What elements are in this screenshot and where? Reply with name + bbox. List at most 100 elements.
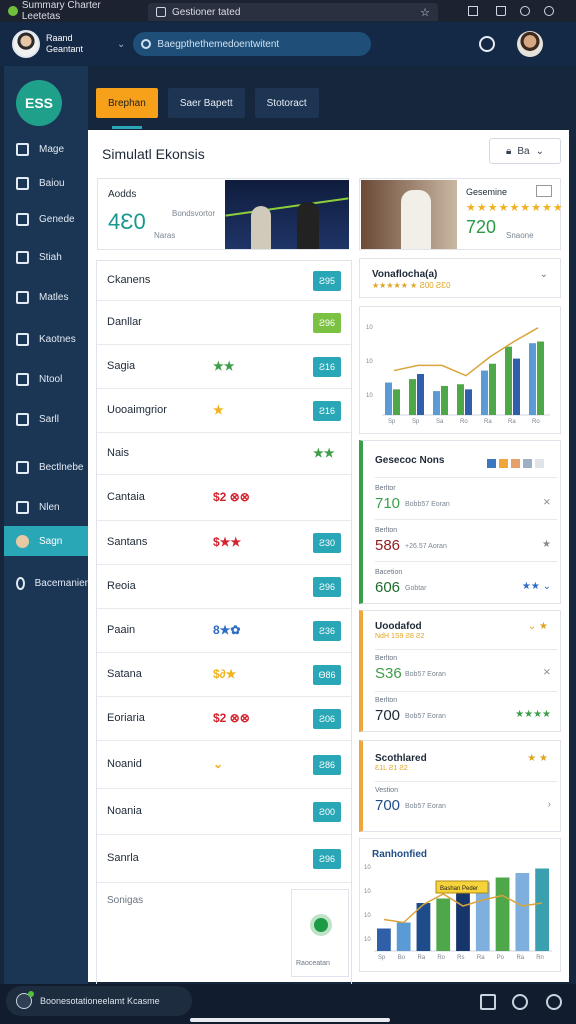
list-item[interactable]: Nais ★★ — [97, 433, 351, 475]
rating-stars[interactable]: ★★ ⌄ — [522, 581, 551, 592]
browser-tab[interactable]: Summary Charter Leetetas — [0, 0, 148, 22]
list-item[interactable]: Cantaia $2 ⊗⊗ — [97, 475, 351, 521]
user-avatar[interactable] — [12, 30, 40, 58]
star-icon[interactable]: ★ — [542, 539, 551, 550]
card-sub: Ɛ1L Ƨ1 Ƨ2 — [375, 765, 408, 772]
sidebar-item-sarll[interactable]: Sarll — [4, 404, 88, 434]
sidebar-item-stiah[interactable]: Stiah — [4, 242, 88, 272]
y-tick-label: 10 — [366, 359, 373, 365]
x-tick-label: Ra — [508, 419, 516, 425]
notification-pill[interactable]: Boonesotationeelamt Kcasme — [6, 986, 192, 1016]
list-item[interactable]: Satana $∂★ Ɵ86 — [97, 653, 351, 697]
list-item[interactable]: Uooaimgrior ★ Ƨ16 — [97, 389, 351, 433]
collapse-icon[interactable]: ⨯ — [543, 497, 551, 508]
home-icon[interactable] — [496, 6, 506, 16]
list-item[interactable]: Danllar Ƨ96 — [97, 301, 351, 345]
minimize-icon[interactable] — [520, 6, 530, 16]
settings-icon[interactable] — [546, 994, 562, 1010]
status-badge[interactable]: Ƨ96 — [313, 577, 341, 597]
status-badge[interactable]: Ƨ16 — [313, 401, 341, 421]
sidebar-item-kaotnes[interactable]: Kaotnes — [4, 324, 88, 354]
sidebar-item-bectlnebe[interactable]: Bectlnebe — [4, 452, 88, 482]
sidebar-item-label: Stiah — [39, 251, 62, 263]
tab-stotoract[interactable]: Stotoract — [254, 88, 319, 118]
collapse-icon[interactable]: ⨯ — [543, 667, 551, 678]
status-badge[interactable]: Ƨ96 — [313, 313, 341, 333]
chevron-down-icon[interactable]: ⌄ — [540, 269, 548, 280]
star-icon[interactable]: ☆ — [420, 6, 430, 19]
sidebar-item-bacemanier[interactable]: Bacemanier — [4, 568, 88, 598]
bookmark-icon[interactable] — [468, 6, 478, 16]
x-tick-label: Rs — [457, 955, 464, 961]
expand-icon[interactable] — [536, 185, 552, 197]
status-badge[interactable]: Ƨ06 — [313, 709, 341, 729]
sidebar-item-matles[interactable]: Matles — [4, 282, 88, 312]
kpi-photo — [361, 180, 457, 249]
clock-icon[interactable] — [479, 36, 496, 52]
x-tick-label: Ra — [516, 955, 524, 961]
status-badge[interactable]: Ƨ86 — [313, 755, 341, 775]
metric-label: Berlton — [375, 527, 398, 534]
home-indicator[interactable] — [190, 1018, 390, 1022]
profile-avatar[interactable] — [517, 31, 544, 57]
sidebar-item-label: Sagn — [39, 535, 63, 547]
browser-tab-active[interactable]: Gestioner tated ☆ — [148, 3, 438, 21]
x-tick-label: Ro — [460, 419, 468, 425]
globe-icon — [16, 576, 25, 590]
close-icon[interactable] — [544, 6, 554, 16]
sidebar-item-genede[interactable]: Genede — [4, 204, 88, 234]
sidebar-item-baiou[interactable]: Baiou — [4, 168, 88, 198]
rating-stars: 8★✿ — [213, 623, 241, 637]
chevron-right-icon[interactable]: › — [548, 799, 551, 810]
help-icon[interactable] — [512, 994, 528, 1010]
metrics-card: Uoodafod NdH 1S9 Ƨ8 Ƨ2 ⌄ ★ Berlton S36 B… — [359, 610, 561, 732]
kpi-card[interactable]: Aodds 4Ɛ0 Bondsvortor Naras — [97, 178, 349, 250]
search-bar[interactable]: Baegpthethemedoentwitent — [133, 32, 372, 56]
status-badge[interactable]: Ƨ16 — [313, 357, 341, 377]
bookmark-icon[interactable] — [480, 994, 496, 1010]
user-name: Raand Geantant — [46, 33, 83, 55]
list-item[interactable]: Santans $★★ Ƨ30 — [97, 521, 351, 565]
bar — [436, 898, 451, 951]
filter-dropdown[interactable]: 🔒︎ Ba ⌄ — [489, 138, 561, 164]
x-tick-label: Sp — [378, 955, 386, 961]
list-item[interactable]: Reoia Ƨ96 — [97, 565, 351, 609]
y-tick-label: 10 — [364, 937, 371, 943]
list-item[interactable]: Eoriaria $2 ⊗⊗ Ƨ06 — [97, 697, 351, 741]
tab-brephan[interactable]: Brephan — [96, 88, 158, 118]
car-icon — [16, 332, 29, 346]
star-icon[interactable]: ★ ★ — [527, 753, 548, 764]
status-badge[interactable]: Ƨ36 — [313, 621, 341, 641]
chevron-down-icon[interactable]: ⌄ — [117, 39, 125, 50]
status-badge[interactable]: Ɵ86 — [313, 665, 341, 685]
app-logo[interactable]: ESS — [16, 80, 62, 126]
status-badge[interactable]: Ƨ95 — [313, 271, 341, 291]
list-item[interactable]: Sagia ★★ Ƨ16 — [97, 345, 351, 389]
x-tick-label: Po — [497, 955, 505, 961]
x-tick-label: Bo — [398, 955, 406, 961]
list-item-name: Eoriaria — [107, 712, 145, 724]
rating-stars: $∂★ — [213, 667, 237, 681]
rating-card[interactable]: Vonaflocha(a) ★★★★★ ★ Ƨ00 ƧƐ0 ⌄ — [359, 258, 561, 298]
list-item[interactable]: Paain 8★✿ Ƨ36 — [97, 609, 351, 653]
list-item[interactable]: Noania Ƨ00 — [97, 789, 351, 835]
lock-icon — [16, 250, 29, 264]
sidebar-item-mage[interactable]: Mage — [4, 134, 88, 164]
sidebar-item-nlen[interactable]: Nlen — [4, 492, 88, 522]
refresh-card[interactable]: Raoceatan — [291, 889, 349, 977]
star-icon[interactable]: ⌄ ★ — [528, 621, 548, 632]
kpi-card[interactable]: Gesemine ★★★★★★★★★ 720 Snaone — [359, 178, 563, 250]
status-badge[interactable]: Ƨ00 — [313, 802, 341, 822]
metric-sub: Bob57 Eoran — [405, 713, 446, 720]
search-input[interactable]: Baegpthethemedoentwitent — [157, 39, 279, 50]
list-item[interactable]: Noanid ⌄ Ƨ86 — [97, 741, 351, 789]
sidebar-item-ntool[interactable]: Ntool — [4, 364, 88, 394]
list-item[interactable]: Sanrla Ƨ96 — [97, 835, 351, 883]
list-item-name: Paain — [107, 624, 136, 636]
sidebar-item-sagn[interactable]: Sagn — [4, 526, 88, 556]
status-badge[interactable]: Ƨ30 — [313, 533, 341, 553]
status-badge[interactable]: Ƨ96 — [313, 849, 341, 869]
list-item[interactable]: Ckanens Ƨ95 — [97, 261, 351, 301]
rating-stars: ★★★★ — [515, 709, 551, 720]
tab-saer-bapett[interactable]: Saer Bapett — [167, 88, 245, 118]
